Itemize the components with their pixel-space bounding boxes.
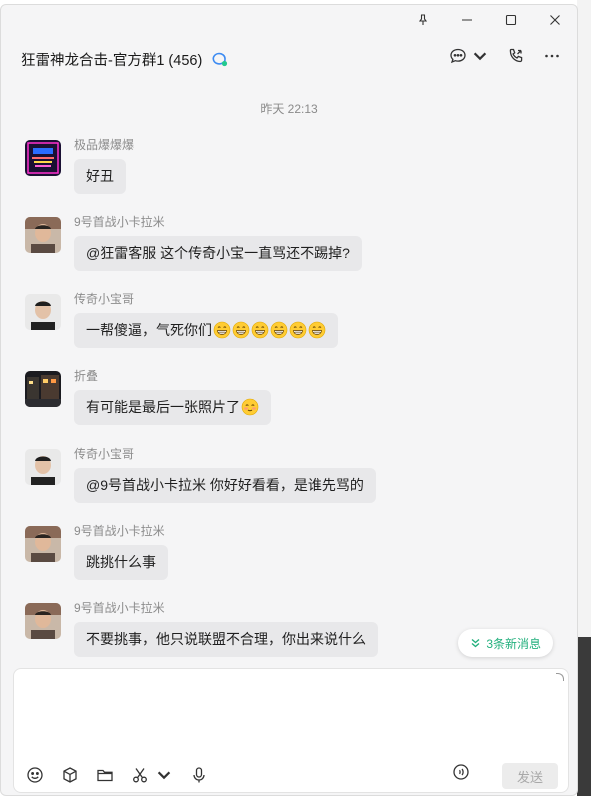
call-button[interactable] bbox=[507, 47, 525, 65]
message-bubble[interactable]: 跳挑什么事 bbox=[74, 545, 168, 580]
avatar[interactable] bbox=[25, 294, 61, 330]
sender-name[interactable]: 传奇小宝哥 bbox=[74, 291, 338, 309]
window-controls bbox=[401, 5, 577, 35]
chat-window: 狂雷神龙合击-官方群1 (456) 昨天 22:13 极品爆爆爆 好丑 9号首战… bbox=[0, 4, 578, 796]
message-input[interactable] bbox=[24, 677, 558, 757]
avatar[interactable] bbox=[25, 140, 61, 176]
message-bubble[interactable]: 有可能是最后一张照片了 bbox=[74, 390, 271, 425]
sender-name[interactable]: 9号首战小卡拉米 bbox=[74, 214, 362, 232]
chat-title[interactable]: 狂雷神龙合击-官方群1 (456) bbox=[21, 49, 202, 70]
pin-icon[interactable] bbox=[401, 5, 445, 35]
grin-emoji-icon bbox=[213, 317, 231, 339]
emoji-icon bbox=[27, 767, 43, 783]
grin-emoji-icon bbox=[232, 317, 250, 339]
avatar[interactable] bbox=[25, 217, 61, 253]
sticker-button[interactable] bbox=[61, 766, 79, 784]
microphone-icon bbox=[193, 767, 205, 783]
message-bubble[interactable]: @狂雷客服 这个传奇小宝一直骂还不踢掉? bbox=[74, 236, 362, 271]
shy-smile-emoji-icon bbox=[241, 394, 259, 416]
chat-menu-button[interactable] bbox=[449, 47, 489, 65]
message-item: 传奇小宝哥 @9号首战小卡拉米 你好好看看，是谁先骂的 bbox=[25, 446, 376, 503]
sender-name[interactable]: 极品爆爆爆 bbox=[74, 137, 134, 155]
new-messages-label: 3条新消息 bbox=[486, 636, 541, 651]
composer-toolbar bbox=[26, 766, 208, 784]
message-item: 极品爆爆爆 好丑 bbox=[25, 137, 134, 194]
folder-icon bbox=[97, 769, 113, 782]
message-item: 9号首战小卡拉米 @狂雷客服 这个传奇小宝一直骂还不踢掉? bbox=[25, 214, 362, 271]
more-button[interactable] bbox=[543, 47, 561, 65]
call-icon bbox=[509, 48, 523, 63]
grin-emoji-icon bbox=[289, 317, 307, 339]
maximize-icon[interactable] bbox=[489, 5, 533, 35]
chevron-down-icon bbox=[473, 52, 487, 61]
grin-emoji-icon bbox=[270, 317, 288, 339]
scissors-icon bbox=[133, 768, 147, 783]
message-bubble[interactable]: 一帮傻逼，气死你们 bbox=[74, 313, 338, 348]
avatar[interactable] bbox=[25, 449, 61, 485]
chat-bubble-icon bbox=[450, 48, 466, 64]
message-bubble[interactable]: @9号首战小卡拉米 你好好看看，是谁先骂的 bbox=[74, 468, 376, 503]
message-item: 折叠 有可能是最后一张照片了 bbox=[25, 368, 271, 425]
avatar[interactable] bbox=[25, 603, 61, 639]
grin-emoji-icon bbox=[308, 317, 326, 339]
resize-handle-icon[interactable] bbox=[556, 673, 564, 681]
timestamp: 昨天 22:13 bbox=[260, 102, 318, 116]
new-messages-button[interactable]: 3条新消息 bbox=[458, 629, 553, 657]
voice-message-button[interactable] bbox=[190, 766, 208, 784]
avatar[interactable] bbox=[25, 371, 61, 407]
message-list[interactable]: 昨天 22:13 极品爆爆爆 好丑 9号首战小卡拉米 @狂雷客服 这个传奇小宝一… bbox=[1, 83, 577, 665]
voice-input-button[interactable] bbox=[452, 763, 470, 784]
group-chat-icon[interactable] bbox=[210, 51, 228, 67]
screenshot-button[interactable] bbox=[131, 766, 173, 784]
file-button[interactable] bbox=[96, 766, 114, 784]
message-bubble[interactable]: 不要挑事，他只说联盟不合理，你出来说什么 bbox=[74, 622, 378, 657]
header-toolbar bbox=[449, 47, 561, 65]
chat-header: 狂雷神龙合击-官方群1 (456) bbox=[1, 35, 577, 83]
background-app-dark-edge bbox=[577, 637, 591, 796]
message-composer: 发送 bbox=[13, 668, 569, 793]
voice-wave-icon bbox=[453, 764, 469, 780]
send-button[interactable]: 发送 bbox=[502, 763, 558, 789]
sender-name[interactable]: 9号首战小卡拉米 bbox=[74, 600, 378, 618]
sender-name[interactable]: 9号首战小卡拉米 bbox=[74, 523, 168, 541]
message-item: 传奇小宝哥 一帮傻逼，气死你们 bbox=[25, 291, 338, 348]
message-text: 有可能是最后一张照片了 bbox=[86, 399, 240, 415]
grin-emoji-icon bbox=[251, 317, 269, 339]
message-text: 一帮傻逼，气死你们 bbox=[86, 322, 212, 338]
emoji-group bbox=[212, 321, 326, 339]
double-chevron-down-icon bbox=[471, 638, 480, 647]
avatar[interactable] bbox=[25, 526, 61, 562]
chevron-down-icon bbox=[157, 771, 171, 780]
sender-name[interactable]: 折叠 bbox=[74, 368, 271, 386]
emoji-button[interactable] bbox=[26, 766, 44, 784]
message-item: 9号首战小卡拉米 跳挑什么事 bbox=[25, 523, 168, 580]
close-icon[interactable] bbox=[533, 5, 577, 35]
more-icon bbox=[545, 54, 559, 58]
sender-name[interactable]: 传奇小宝哥 bbox=[74, 446, 376, 464]
emoji-group bbox=[240, 398, 259, 416]
message-bubble[interactable]: 好丑 bbox=[74, 159, 126, 194]
sticker-box-icon bbox=[63, 767, 77, 783]
minimize-icon[interactable] bbox=[445, 5, 489, 35]
message-item: 9号首战小卡拉米 不要挑事，他只说联盟不合理，你出来说什么 bbox=[25, 600, 378, 657]
